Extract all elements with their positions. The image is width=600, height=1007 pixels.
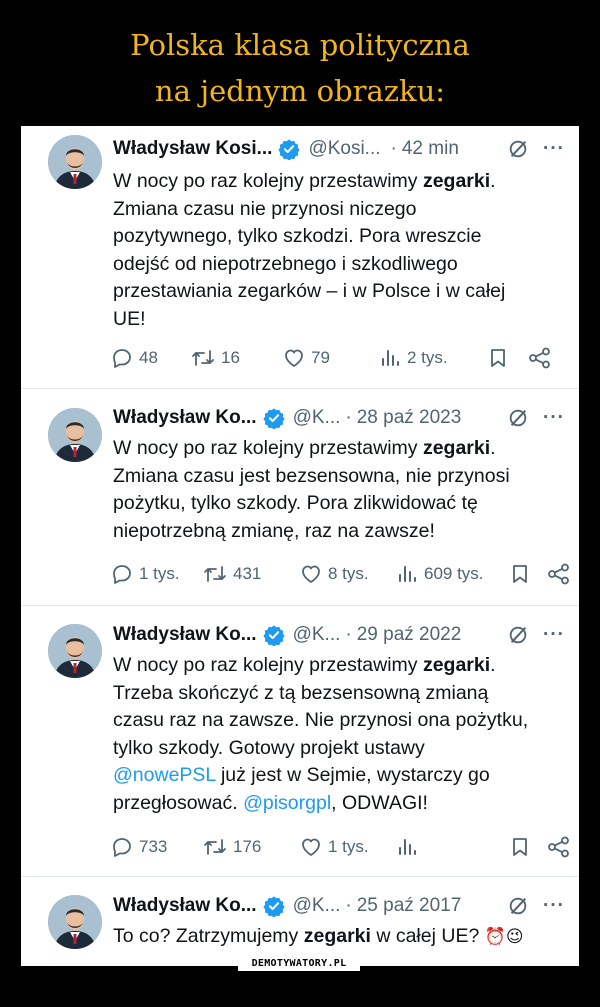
more-options-icon[interactable]: ··· <box>543 138 565 160</box>
verified-badge-icon <box>278 138 301 160</box>
tweet-text: W nocy po raz kolejny przestawimy zegark… <box>113 654 529 814</box>
tweet-timestamp[interactable]: 28 paź 2023 <box>357 407 462 429</box>
bookmark-icon <box>491 349 505 367</box>
avatar[interactable] <box>48 135 102 189</box>
author-name[interactable]: Władysław Ko... <box>113 895 257 917</box>
reply-count: 1 tys. <box>139 564 180 583</box>
reply-count: 733 <box>139 837 168 856</box>
bookmark-button[interactable] <box>508 559 537 589</box>
retweet-count: 431 <box>233 564 262 583</box>
heart-icon <box>302 565 320 583</box>
author-handle[interactable]: @Kosi... <box>308 138 380 160</box>
reply-icon <box>113 349 131 368</box>
tweets-screenshot: Władysław Kosi... @Kosi... · 42 min ··· … <box>21 126 579 966</box>
tweet-header: Władysław Kosi... @Kosi... · 42 min ··· <box>113 135 565 163</box>
views-count: 2 tys. <box>407 348 448 367</box>
share-icon <box>548 836 569 858</box>
views-button[interactable]: 609 tys. <box>395 559 484 589</box>
tweet-actions: 48 16 79 2 tys. <box>110 343 567 373</box>
grok-icon[interactable] <box>507 624 529 646</box>
views-chart-icon <box>399 566 416 582</box>
tweet-text: W nocy po raz kolejny przestawimy zegark… <box>113 437 510 542</box>
tweet-timestamp[interactable]: 42 min <box>402 138 459 160</box>
share-button[interactable] <box>546 832 577 862</box>
author-handle[interactable]: @K... <box>293 895 341 917</box>
separator-dot: · <box>345 407 352 428</box>
tweet[interactable]: Władysław Ko... @K... · 28 paź 2023 ··· … <box>21 389 579 605</box>
verified-badge-icon <box>262 624 285 646</box>
grok-icon[interactable] <box>507 895 529 917</box>
like-count: 79 <box>311 348 330 367</box>
more-options-icon[interactable]: ··· <box>543 624 565 646</box>
views-button[interactable] <box>395 832 424 862</box>
verified-badge-icon <box>262 407 285 429</box>
tweet[interactable]: Władysław Kosi... @Kosi... · 42 min ··· … <box>21 126 579 388</box>
like-count: 8 tys. <box>328 564 369 583</box>
retweet-count: 16 <box>221 348 240 367</box>
share-icon <box>548 563 569 585</box>
bookmark-button[interactable] <box>508 832 537 862</box>
headline-line-1: Polska klasa polityczna <box>130 28 470 62</box>
views-chart-icon <box>399 839 416 855</box>
retweet-count: 176 <box>233 837 262 856</box>
author-handle[interactable]: @K... <box>293 624 341 646</box>
tweet-timestamp[interactable]: 25 paź 2017 <box>357 895 462 917</box>
headline-line-2: na jednym obrazku: <box>154 74 446 108</box>
separator-dot: · <box>345 624 352 645</box>
share-button[interactable] <box>527 343 558 373</box>
tweet-header: Władysław Ko... @K... · 28 paź 2023 ··· <box>113 404 565 432</box>
retweet-button[interactable]: 431 <box>202 559 261 589</box>
tweet-timestamp[interactable]: 29 paź 2022 <box>357 624 462 646</box>
like-button[interactable]: 1 tys. <box>299 832 369 862</box>
grok-icon[interactable] <box>507 407 529 429</box>
author-name[interactable]: Władysław Ko... <box>113 624 257 646</box>
share-icon <box>529 347 550 369</box>
more-options-icon[interactable]: ··· <box>543 895 565 917</box>
tweet[interactable]: Władysław Ko... @K... · 29 paź 2022 ··· … <box>21 606 579 876</box>
more-options-icon[interactable]: ··· <box>543 407 565 429</box>
tweet[interactable]: Władysław Ko... @K... · 25 paź 2017 ··· … <box>21 877 579 966</box>
bookmark-icon <box>513 838 527 856</box>
retweet-icon <box>192 350 214 366</box>
views-chart-icon <box>382 350 399 366</box>
reply-button[interactable]: 733 <box>110 832 167 862</box>
reply-count: 48 <box>139 348 158 367</box>
meme-headline: Polska klasa polityczna na jednym obrazk… <box>0 22 600 114</box>
tweet-actions: 733 176 1 tys. <box>110 832 569 862</box>
watermark: DEMOTYWATORY.PL <box>238 956 360 971</box>
retweet-button[interactable]: 176 <box>202 832 261 862</box>
tweet-header: Władysław Ko... @K... · 25 paź 2017 ··· <box>113 892 565 920</box>
separator-dot: · <box>345 895 352 916</box>
reply-button[interactable]: 1 tys. <box>110 559 180 589</box>
tweet-text: W nocy po raz kolejny przestawimy zegark… <box>113 170 506 330</box>
separator-dot: · <box>390 138 397 159</box>
verified-badge-icon <box>262 895 285 917</box>
reply-button[interactable]: 48 <box>110 343 158 373</box>
like-count: 1 tys. <box>328 837 369 856</box>
share-button[interactable] <box>546 559 577 589</box>
heart-icon <box>302 838 320 856</box>
tweet-header: Władysław Ko... @K... · 29 paź 2022 ··· <box>113 621 565 649</box>
like-button[interactable]: 8 tys. <box>299 559 369 589</box>
views-count: 609 tys. <box>424 564 484 583</box>
tweet-text: To co? Zatrzymujemy zegarki w całej UE? … <box>113 925 524 947</box>
bookmark-button[interactable] <box>486 343 515 373</box>
author-handle[interactable]: @K... <box>293 407 341 429</box>
bookmark-icon <box>513 565 527 583</box>
avatar[interactable] <box>48 408 102 462</box>
reply-icon <box>113 565 131 584</box>
like-button[interactable]: 79 <box>282 343 330 373</box>
tweet-actions: 1 tys. 431 8 tys. 609 tys. <box>110 559 569 589</box>
author-name[interactable]: Władysław Kosi... <box>113 138 272 160</box>
grok-icon[interactable] <box>507 138 529 160</box>
reply-icon <box>113 838 131 857</box>
avatar[interactable] <box>48 624 102 678</box>
avatar[interactable] <box>48 895 102 949</box>
retweet-icon <box>204 839 226 855</box>
heart-icon <box>285 349 303 367</box>
author-name[interactable]: Władysław Ko... <box>113 407 257 429</box>
views-button[interactable]: 2 tys. <box>378 343 448 373</box>
retweet-button[interactable]: 16 <box>190 343 240 373</box>
retweet-icon <box>204 566 226 582</box>
